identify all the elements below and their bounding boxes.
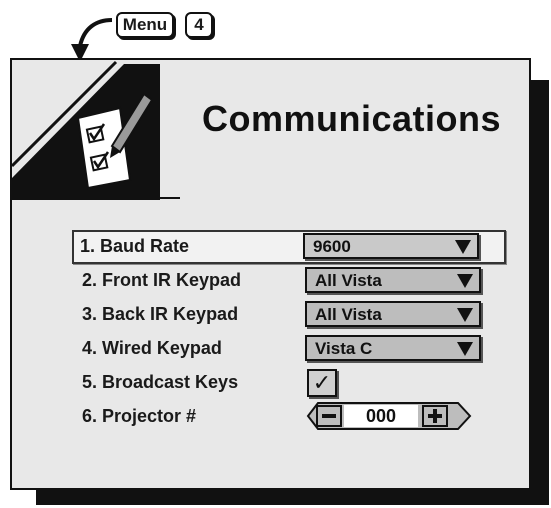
front-ir-keypad-label: 2. Front IR Keypad: [82, 270, 242, 290]
back-ir-keypad-label: 3. Back IR Keypad: [82, 304, 239, 324]
dropdown-arrow-icon: [457, 342, 473, 356]
decrement-button[interactable]: [316, 405, 342, 427]
plus-icon: [428, 409, 442, 423]
title-band: Communications: [12, 60, 529, 200]
number-key: 4: [185, 12, 213, 38]
checkmark-icon: ✓: [312, 370, 332, 395]
broadcast-keys-checkbox[interactable]: ✓: [307, 369, 337, 397]
menu-item-wired-keypad[interactable]: 4. Wired Keypad Vista C: [74, 332, 504, 366]
page-title: Communications: [202, 98, 502, 139]
baud-rate-value: 9600: [313, 237, 351, 256]
back-ir-keypad-dropdown[interactable]: All Vista: [305, 301, 481, 327]
back-ir-keypad-value: All Vista: [315, 305, 382, 324]
baud-rate-label: 1. Baud Rate: [80, 236, 190, 256]
checklist-pen-icon: [12, 60, 180, 200]
wired-keypad-dropdown[interactable]: Vista C: [305, 335, 481, 361]
dropdown-arrow-icon: [457, 308, 473, 322]
dropdown-arrow-icon: [457, 274, 473, 288]
projector-number-label: 6. Projector #: [82, 406, 197, 426]
menu-item-broadcast-keys[interactable]: 5. Broadcast Keys ✓: [74, 366, 504, 400]
menu-item-front-ir-keypad[interactable]: 2. Front IR Keypad All Vista: [74, 264, 504, 298]
menu-list: 1. Baud Rate 9600 2. Front IR Keypad All…: [72, 230, 506, 434]
baud-rate-dropdown[interactable]: 9600: [303, 233, 479, 259]
broadcast-keys-label: 5. Broadcast Keys: [82, 372, 239, 392]
wired-keypad-value: Vista C: [315, 339, 373, 358]
communications-menu-panel: Communications 1. Baud Rate 9600 2. Fron…: [10, 58, 531, 490]
menu-item-projector-number[interactable]: 6. Projector # 000: [74, 400, 504, 434]
menu-item-baud-rate[interactable]: 1. Baud Rate 9600: [72, 230, 506, 264]
menu-key: Menu: [116, 12, 174, 38]
menu-item-back-ir-keypad[interactable]: 3. Back IR Keypad All Vista: [74, 298, 504, 332]
projector-number-stepper[interactable]: 000: [306, 401, 472, 431]
dropdown-arrow-icon: [455, 240, 471, 254]
front-ir-keypad-dropdown[interactable]: All Vista: [305, 267, 481, 293]
minus-icon: [322, 414, 336, 418]
increment-button[interactable]: [422, 405, 448, 427]
projector-number-value[interactable]: 000: [344, 405, 418, 427]
wired-keypad-label: 4. Wired Keypad: [82, 338, 222, 358]
front-ir-keypad-value: All Vista: [315, 271, 382, 290]
